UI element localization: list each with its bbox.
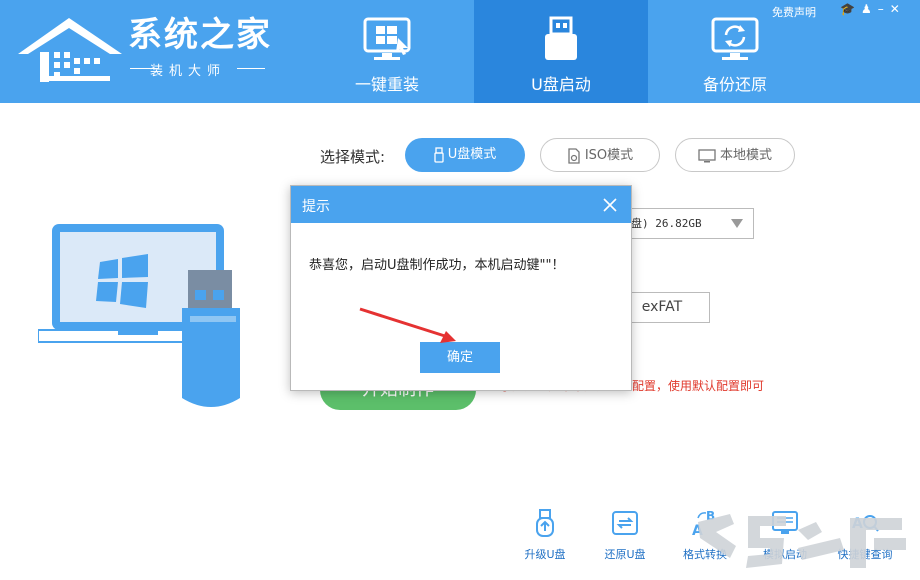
header-bar: 系统之家 装机大师 免费声明 🎓♟–✕ 一键重装 U盘启动 备份还原 (0, 0, 920, 103)
tool-label: 还原U盘 (604, 548, 646, 561)
tab-one-click-reinstall[interactable]: 一键重装 (300, 0, 474, 103)
red-arrow-icon (359, 307, 456, 343)
dialog-message: 恭喜您，启动U盘制作成功，本机启动键""！ (309, 258, 565, 273)
graduation-cap-icon[interactable]: 🎓 (840, 2, 861, 16)
laptop-usb-illustration (38, 224, 240, 407)
close-icon[interactable] (601, 196, 619, 214)
tab-label: 备份还原 (702, 75, 767, 94)
tab-usb-boot[interactable]: U盘启动 (474, 0, 648, 103)
local-mode-button[interactable]: 本地模式 (675, 138, 795, 172)
tool-label: 升级U盘 (524, 548, 566, 561)
logo-title: 系统之家 (128, 15, 272, 55)
tab-label: U盘启动 (531, 75, 591, 94)
iso-mode-label: ISO模式 (584, 148, 634, 163)
restore-usb-tool[interactable]: 还原U盘 (590, 508, 660, 562)
window-controls: 🎓♟–✕ (840, 2, 906, 16)
logo-subtitle: 装机大师 (150, 64, 227, 79)
usb-device-value: 盘) 26.82GB (631, 217, 702, 230)
chevron-down-icon (731, 219, 743, 228)
restore-monitor-icon (711, 17, 759, 60)
tab-label: 一键重装 (354, 75, 419, 94)
minimize-icon[interactable]: – (878, 2, 890, 16)
usb-mode-label: U盘模式 (447, 147, 497, 162)
iso-mode-button[interactable]: ISO模式 (540, 138, 660, 172)
usb-upgrade-icon (536, 509, 554, 537)
close-icon[interactable]: ✕ (890, 2, 906, 16)
upgrade-usb-tool[interactable]: 升级U盘 (510, 508, 580, 562)
watermark-logo (698, 514, 906, 568)
monitor-icon (698, 148, 716, 162)
usb-mode-button[interactable]: U盘模式 (405, 138, 525, 172)
windows-monitor-icon (363, 17, 411, 60)
user-icon[interactable]: ♟ (861, 2, 878, 16)
usb-drive-icon (545, 16, 577, 60)
usb-stick-icon (434, 146, 444, 163)
tab-backup-restore[interactable]: 备份还原 (648, 0, 822, 103)
local-mode-label: 本地模式 (719, 148, 772, 163)
prompt-dialog: 提示 恭喜您，启动U盘制作成功，本机启动键""！ 确定 (290, 185, 632, 391)
mode-label: 选择模式: (320, 148, 386, 166)
dialog-titlebar: 提示 (291, 186, 631, 223)
dialog-title: 提示 (302, 199, 330, 215)
divider (237, 68, 265, 69)
usb-restore-icon (612, 511, 638, 535)
iso-file-icon (568, 147, 580, 164)
